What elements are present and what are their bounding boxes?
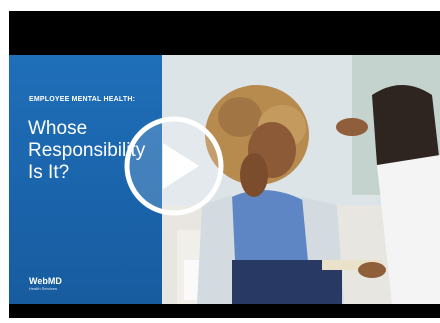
video-thumbnail[interactable]: EMPLOYEE MENTAL HEALTH: Whose Responsibi… [9,55,440,304]
video-player[interactable]: EMPLOYEE MENTAL HEALTH: Whose Responsibi… [9,11,440,318]
logo-tagline: Health Services [29,286,58,291]
play-icon[interactable] [123,115,225,217]
logo-wordmark: WebMD [29,276,62,286]
webmd-logo: WebMD Health Services [29,276,62,292]
play-button[interactable] [123,115,225,217]
video-eyebrow: EMPLOYEE MENTAL HEALTH: [29,96,136,103]
